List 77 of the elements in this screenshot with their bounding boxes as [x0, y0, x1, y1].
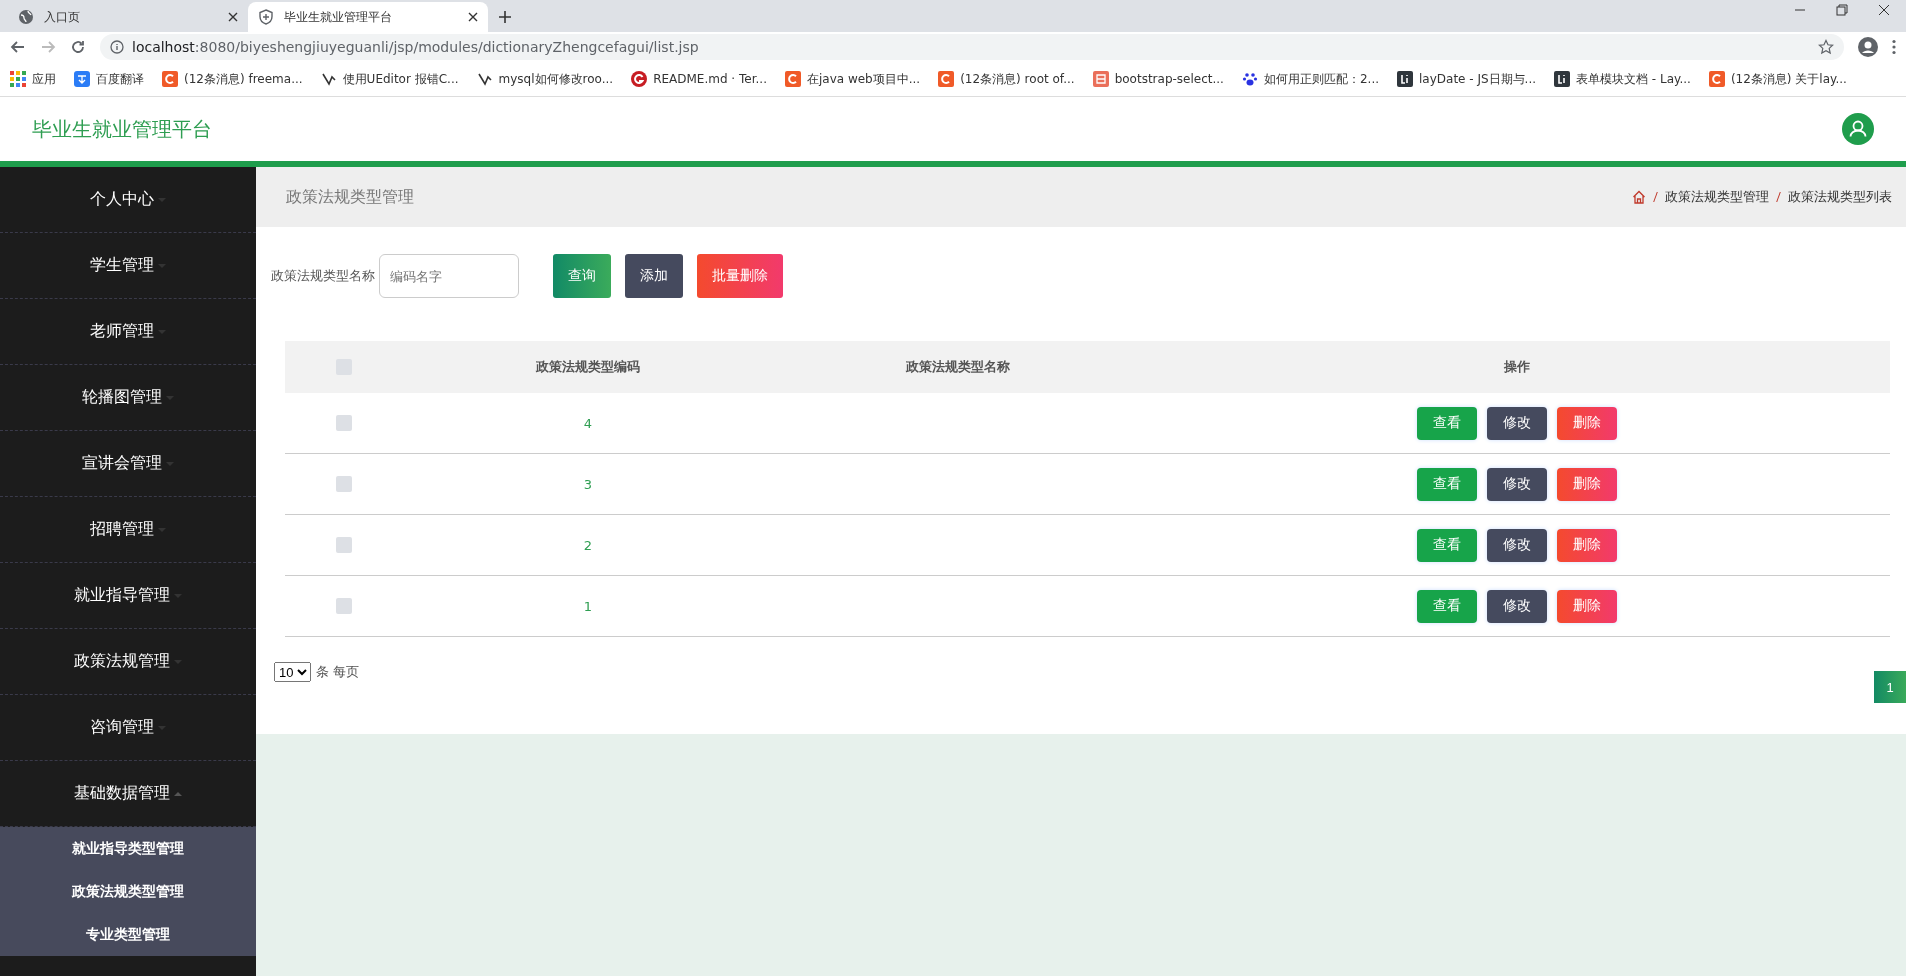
page-size-label: 条 每页: [316, 663, 360, 681]
page-title: 政策法规类型管理: [286, 186, 414, 208]
add-button[interactable]: 添加: [625, 254, 683, 298]
back-icon[interactable]: [10, 39, 26, 55]
translate-icon: [74, 71, 90, 87]
info-icon: [110, 40, 124, 54]
shield-icon: [258, 9, 274, 25]
bookmark-link[interactable]: 如何用正则匹配：2...: [1241, 70, 1379, 88]
submenu-item[interactable]: 就业指导类型管理: [0, 827, 256, 870]
browser-tab[interactable]: 毕业生就业管理平台: [248, 2, 488, 32]
bookmark-link[interactable]: (12条消息) root of...: [938, 70, 1075, 88]
layer-logo-icon: [1397, 71, 1413, 87]
bookmark-link[interactable]: mysql如何修改roo...: [476, 70, 614, 88]
query-button[interactable]: 查询: [553, 254, 611, 298]
home-icon[interactable]: [1632, 190, 1646, 204]
g-logo-icon: [631, 71, 648, 87]
address-bar[interactable]: localhost:8080/biyeshengjiuyeguanli/jsp/modules/dictionaryZhengcefagui/list.jsp: [100, 34, 1844, 60]
close-icon[interactable]: [1878, 4, 1890, 16]
delete-button[interactable]: 删除: [1556, 467, 1617, 501]
code-cell-text: 2: [582, 537, 594, 553]
c-logo-icon: [938, 71, 955, 87]
app-title: 毕业生就业管理平台: [32, 115, 212, 143]
layer-logo-icon: [1554, 71, 1571, 87]
new-tab-icon[interactable]: [498, 10, 512, 24]
globe-icon: [18, 9, 34, 25]
column-header: 政策法规类型编码: [535, 358, 641, 376]
edit-button[interactable]: 修改: [1486, 528, 1547, 562]
submenu-item[interactable]: 政策法规类型管理: [0, 870, 256, 913]
profile-icon[interactable]: [1858, 37, 1878, 57]
column-header: 操作: [1502, 358, 1531, 376]
row-checkbox[interactable]: [336, 476, 352, 492]
page-button[interactable]: 1: [1874, 671, 1906, 703]
paw-icon: [1241, 71, 1258, 87]
square-logo-icon: [1092, 71, 1109, 87]
more-menu-icon[interactable]: [1892, 39, 1896, 55]
code-cell-text: 1: [582, 598, 594, 614]
delete-button[interactable]: 批量删除: [697, 254, 783, 298]
url-text: localhost:8080/biyeshengjiuyeguanli/jsp/modules/dictionaryZhengcefagui/list.jsp: [132, 39, 699, 55]
close-icon[interactable]: [228, 12, 238, 22]
breadcrumb-link[interactable]: 政策法规类型列表: [1788, 188, 1892, 206]
row-checkbox[interactable]: [336, 537, 352, 553]
submenu-item[interactable]: 专业类型管理: [0, 913, 256, 956]
breadcrumb-link[interactable]: 政策法规类型管理: [1665, 188, 1769, 206]
bookmark-link[interactable]: 使用UEditor 报错C...: [320, 70, 459, 88]
column-header: 政策法规类型名称: [905, 358, 1011, 376]
reload-icon[interactable]: [70, 39, 86, 55]
search-field[interactable]: 编码名字: [379, 254, 519, 298]
c-logo-icon: [784, 71, 801, 87]
page-size-select[interactable]: 10: [274, 662, 311, 682]
delete-button[interactable]: 删除: [1556, 589, 1617, 623]
edit-button[interactable]: 修改: [1486, 406, 1547, 440]
close-icon[interactable]: [468, 12, 478, 22]
row-checkbox[interactable]: [336, 415, 352, 431]
edit-button[interactable]: 修改: [1486, 467, 1547, 501]
bookmark-link[interactable]: 百度翻译: [74, 70, 144, 88]
c-logo-icon: [1708, 71, 1725, 87]
c-logo-icon: [162, 71, 178, 87]
edit-button[interactable]: 修改: [1486, 589, 1547, 623]
restore-icon[interactable]: [1836, 4, 1848, 16]
star-icon[interactable]: [1818, 39, 1834, 55]
apps-grid-icon: [10, 71, 26, 87]
bookmark-link[interactable]: layDate - JS日期与...: [1397, 70, 1537, 88]
bookmark-link[interactable]: 在java web项目中...: [784, 70, 921, 88]
browser-tab[interactable]: 入口页: [8, 2, 248, 32]
code-cell-text: 4: [582, 415, 594, 431]
bookmark-link[interactable]: (12条消息) 关于lay...: [1708, 70, 1847, 88]
delete-button[interactable]: 删除: [1556, 406, 1617, 440]
search-label: 政策法规类型名称: [271, 267, 375, 285]
code-cell-text: 3: [582, 476, 594, 492]
bookmark-link[interactable]: 应用: [10, 70, 56, 88]
bookmark-link[interactable]: README.md · Ter...: [631, 71, 767, 87]
bookmark-link[interactable]: 表单模块文档 - Lay...: [1554, 70, 1691, 88]
row-checkbox[interactable]: [336, 598, 352, 614]
bookmark-link[interactable]: (12条消息) freema...: [162, 70, 303, 88]
user-avatar-icon[interactable]: [1842, 113, 1874, 145]
delete-button[interactable]: 删除: [1556, 528, 1617, 562]
bookmark-link[interactable]: bootstrap-select...: [1092, 71, 1224, 87]
